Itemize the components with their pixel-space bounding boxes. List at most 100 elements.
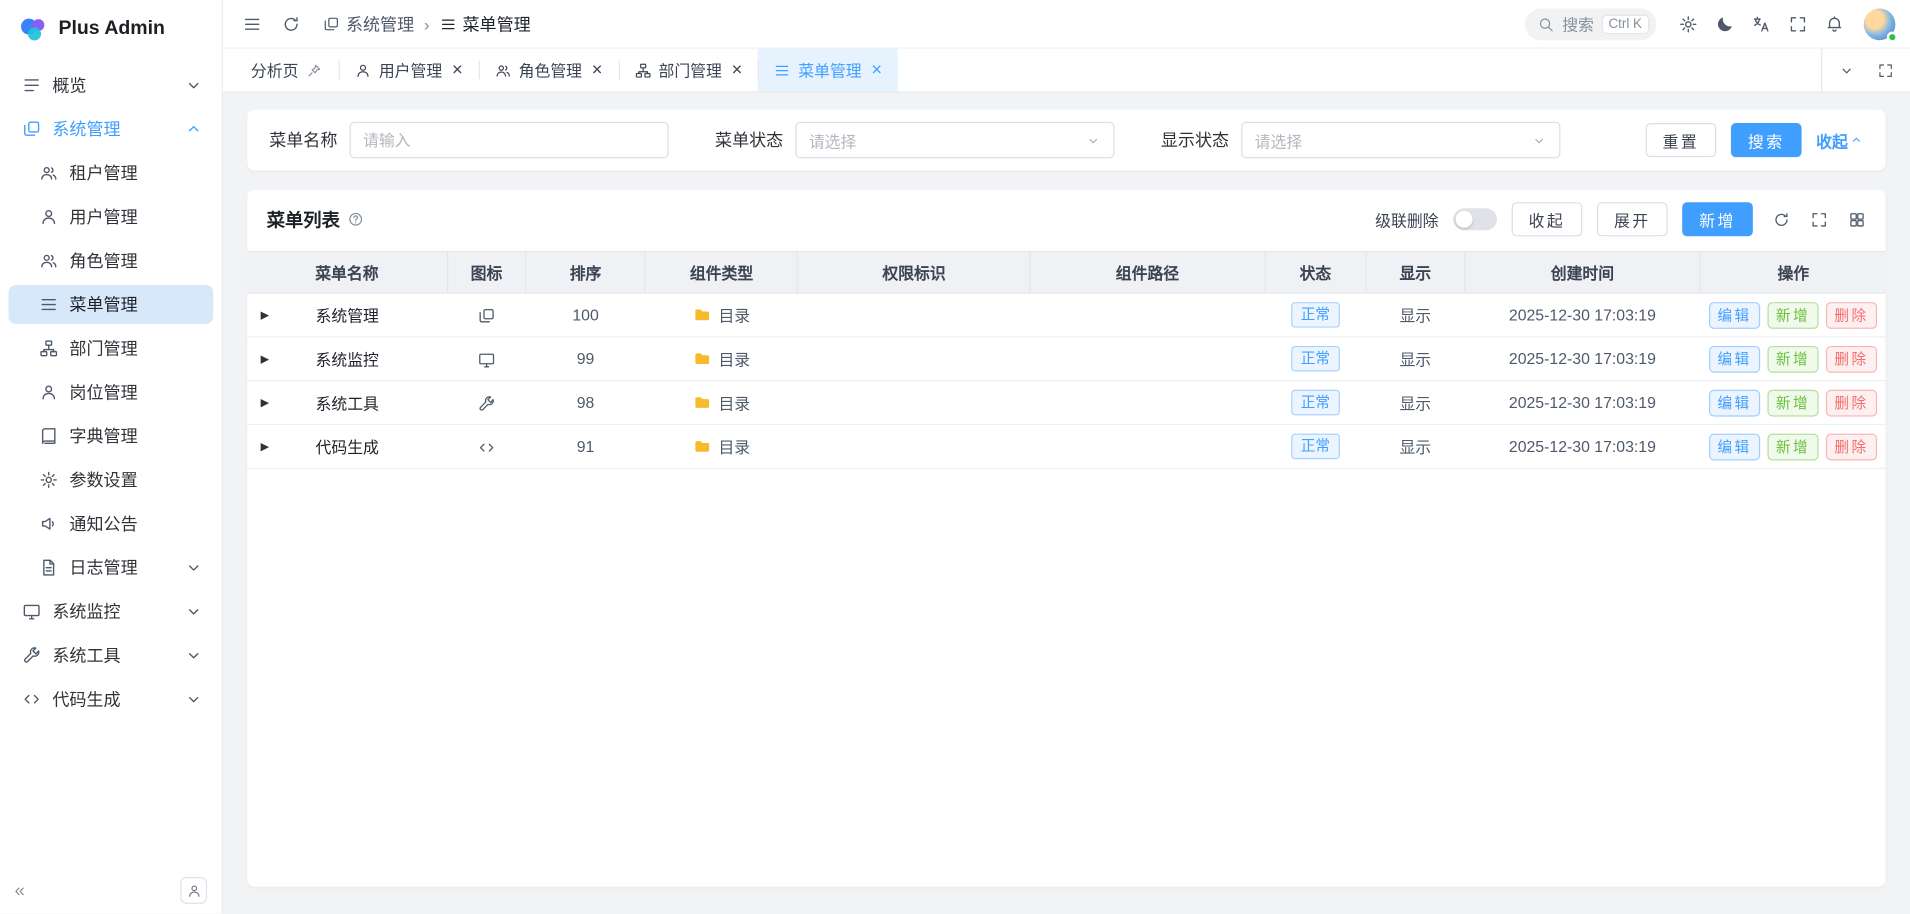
sidebar-item-post[interactable]: 岗位管理 [9,373,214,412]
filter-select-菜单状态[interactable]: 请选择 [795,122,1114,159]
breadcrumb-item-menu[interactable]: 菜单管理 [439,12,530,36]
sidebar-item-menu[interactable]: 菜单管理 [9,285,214,324]
sidebar-item-tenant[interactable]: 租户管理 [9,153,214,192]
breadcrumb-separator: › [424,14,430,33]
sidebar-item-user[interactable]: 用户管理 [9,197,214,236]
tabs-dropdown-chevron-icon[interactable] [1832,55,1861,84]
hamburger-menu-icon[interactable] [235,7,269,41]
add-row-button[interactable]: 新增 [1767,345,1818,372]
global-search[interactable]: 搜索 Ctrl K [1526,8,1657,40]
cell-actions: 编辑新增删除 [1700,337,1885,381]
reset-button[interactable]: 重置 [1646,123,1717,157]
add-row-button[interactable]: 新增 [1767,389,1818,416]
close-tab-icon[interactable]: × [871,61,882,79]
table-row-系统工具[interactable]: 系统工具98目录正常显示2025-12-30 17:03:19编辑新增删除 [247,381,1885,425]
tab-角色管理[interactable]: 角色管理× [478,49,618,92]
delete-button[interactable]: 删除 [1826,301,1877,328]
edit-button[interactable]: 编辑 [1709,389,1760,416]
fullscreen-icon[interactable] [1781,7,1815,41]
sidebar-item-system[interactable]: 系统管理 [9,110,214,149]
sidebar-item-gen[interactable]: 代码生成 [9,680,214,719]
main-area: 系统管理 › 菜单管理 搜索 Ctrl K [223,0,1910,914]
user-avatar[interactable] [1864,8,1896,40]
search-button[interactable]: 搜索 [1731,123,1802,157]
sidebar-item-tool[interactable]: 系统工具 [9,636,214,675]
delete-button[interactable]: 删除 [1826,389,1877,416]
filter-text-input[interactable] [363,131,655,149]
content-area: 菜单名称菜单状态请选择显示状态请选择 重置 搜索 收起 菜单列表 [223,93,1910,914]
table-row-系统管理[interactable]: 系统管理100目录正常显示2025-12-30 17:03:19编辑新增删除 [247,293,1885,337]
expand-row-icon[interactable] [261,440,269,453]
expand-row-icon[interactable] [261,308,269,321]
tab-分析页[interactable]: 分析页 [235,49,339,92]
add-row-button[interactable]: 新增 [1767,301,1818,328]
cell-permission [798,337,1031,381]
expand-row-icon[interactable] [261,352,269,365]
sidebar-item-role[interactable]: 角色管理 [9,241,214,280]
type-label: 目录 [718,391,750,414]
sidebar-item-label: 代码生成 [52,687,173,711]
language-icon[interactable] [1744,7,1778,41]
cell-status: 正常 [1265,293,1367,337]
column-header-排序: 排序 [526,252,646,293]
cell-permission [798,381,1031,425]
online-status-dot [1887,31,1898,42]
horn-icon [39,514,58,533]
table-fullscreen-icon[interactable] [1810,210,1828,228]
menu-name-text: 系统监控 [316,351,379,369]
column-header-权限标识: 权限标识 [798,252,1031,293]
refresh-page-icon[interactable] [274,7,308,41]
column-settings-icon[interactable] [1848,210,1866,228]
breadcrumb-item-system[interactable]: 系统管理 [323,12,414,36]
help-question-icon[interactable] [347,211,364,228]
sidebar-item-config[interactable]: 参数设置 [9,460,214,499]
tab-label: 分析页 [251,58,299,81]
sidebar-item-monitor[interactable]: 系统监控 [9,592,214,631]
chevron-down-icon [184,76,203,95]
expand-all-button[interactable]: 展开 [1597,202,1668,236]
collapse-all-button[interactable]: 收起 [1512,202,1583,236]
collapse-sidebar-button[interactable]: « [15,880,25,901]
sidebar-item-notice[interactable]: 通知公告 [9,504,214,543]
expand-row-icon[interactable] [261,396,269,409]
sidebar: Plus Admin 概览系统管理租户管理用户管理角色管理菜单管理部门管理岗位管… [0,0,223,914]
table-row-代码生成[interactable]: 代码生成91目录正常显示2025-12-30 17:03:19编辑新增删除 [247,425,1885,469]
close-tab-icon[interactable]: × [592,61,603,79]
sidebar-item-log[interactable]: 日志管理 [9,548,214,587]
close-tab-icon[interactable]: × [452,61,463,79]
close-tab-icon[interactable]: × [732,61,743,79]
table-row-系统监控[interactable]: 系统监控99目录正常显示2025-12-30 17:03:19编辑新增删除 [247,337,1885,381]
edit-button[interactable]: 编辑 [1709,345,1760,372]
sidebar-menu: 概览系统管理租户管理用户管理角色管理菜单管理部门管理岗位管理字典管理参数设置通知… [0,58,222,867]
add-row-button[interactable]: 新增 [1767,433,1818,460]
dark-mode-moon-icon[interactable] [1708,7,1742,41]
cell-actions: 编辑新增删除 [1700,293,1885,337]
footer-user-icon[interactable] [180,877,207,904]
settings-gear-icon[interactable] [1671,7,1705,41]
copy-icon [477,306,495,324]
logo[interactable]: Plus Admin [0,0,222,58]
sidebar-item-dict[interactable]: 字典管理 [9,417,214,456]
filter-input-菜单名称[interactable] [350,122,669,159]
content-fullscreen-icon[interactable] [1871,55,1900,84]
delete-button[interactable]: 删除 [1826,433,1877,460]
sidebar-item-dept[interactable]: 部门管理 [9,329,214,368]
tab-部门管理[interactable]: 部门管理× [618,49,758,92]
cascade-delete-toggle[interactable] [1453,208,1497,230]
add-menu-button[interactable]: 新增 [1682,202,1753,236]
edit-button[interactable]: 编辑 [1709,433,1760,460]
tab-菜单管理[interactable]: 菜单管理× [758,49,898,92]
pin-icon[interactable] [306,62,323,79]
tab-用户管理[interactable]: 用户管理× [339,49,479,92]
cell-actions: 编辑新增删除 [1700,381,1885,425]
collapse-filters-link[interactable]: 收起 [1816,129,1864,152]
copy-icon [323,15,340,32]
notifications-bell-icon[interactable] [1817,7,1851,41]
sidebar-item-overview[interactable]: 概览 [9,66,214,105]
filter-select-显示状态[interactable]: 请选择 [1241,122,1560,159]
cell-status: 正常 [1265,381,1367,425]
refresh-table-icon[interactable] [1772,210,1790,228]
sidebar-item-label: 租户管理 [69,161,203,185]
delete-button[interactable]: 删除 [1826,345,1877,372]
edit-button[interactable]: 编辑 [1709,301,1760,328]
